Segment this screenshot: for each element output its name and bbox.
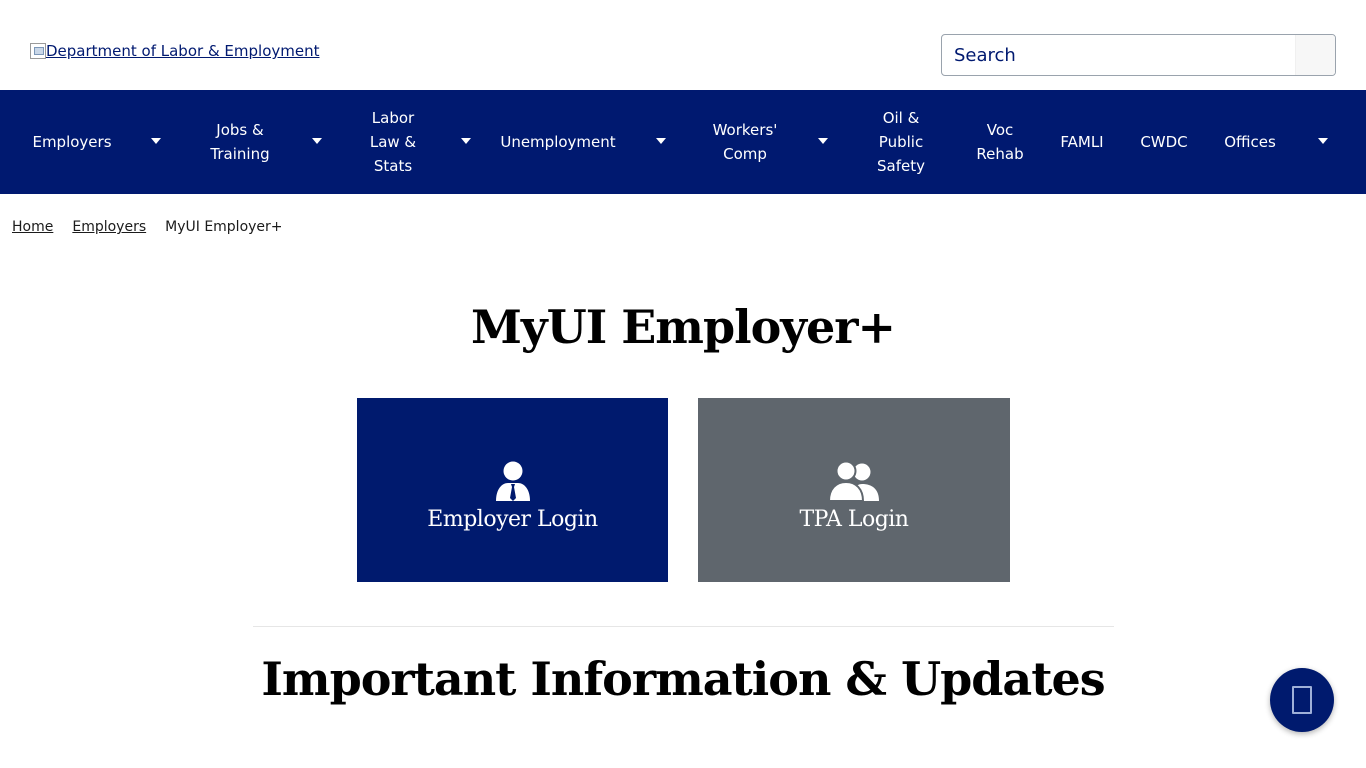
nav-item-oil-public-safety[interactable]: Oil & Public Safety (866, 90, 936, 194)
users-icon (828, 460, 879, 501)
tpa-login-button[interactable]: TPA Login (698, 398, 1010, 582)
nav-label: CWDC (1140, 133, 1188, 151)
search-input[interactable] (942, 35, 1295, 75)
chevron-down-icon[interactable] (151, 138, 161, 144)
nav-item-cwdc[interactable]: CWDC (1134, 90, 1194, 194)
user-tie-icon (495, 461, 530, 501)
nav-label: Workers' Comp (712, 121, 778, 163)
nav-item-offices[interactable]: Offices (1215, 90, 1285, 194)
nav-item-unemployment[interactable]: Unemployment (498, 90, 618, 194)
nav-label: Voc Rehab (976, 121, 1024, 163)
page-title: MyUI Employer+ (470, 300, 896, 354)
nav-label: Unemployment (500, 133, 616, 151)
site-header: Department of Labor & Employment (0, 0, 1366, 90)
chevron-down-icon[interactable] (1318, 138, 1328, 144)
search-button[interactable] (1295, 35, 1335, 75)
chevron-down-icon[interactable] (818, 138, 828, 144)
chevron-down-icon[interactable] (312, 138, 322, 144)
nav-label: Jobs & Training (210, 121, 270, 163)
search-box (941, 34, 1336, 76)
nav-item-labor-law-stats[interactable]: Labor Law & Stats (358, 90, 428, 194)
site-logo-link[interactable]: Department of Labor & Employment (30, 42, 319, 60)
nav-label: Oil & Public Safety (877, 109, 925, 175)
nav-label: FAMLI (1060, 133, 1104, 151)
section-divider (253, 626, 1114, 627)
nav-item-workers-comp[interactable]: Workers' Comp (705, 90, 785, 194)
chat-button[interactable] (1270, 668, 1334, 732)
nav-item-employers[interactable]: Employers (22, 90, 122, 194)
nav-item-famli[interactable]: FAMLI (1052, 90, 1112, 194)
nav-label: Offices (1224, 133, 1276, 151)
employer-login-button[interactable]: Employer Login (357, 398, 668, 582)
nav-item-voc-rehab[interactable]: Voc Rehab (970, 90, 1030, 194)
breadcrumb-current: MyUI Employer+ (165, 219, 283, 235)
nav-label: Labor Law & Stats (369, 109, 417, 175)
breadcrumb-home[interactable]: Home (12, 219, 53, 235)
nav-label: Employers (32, 133, 112, 151)
section-title: Important Information & Updates (261, 652, 1105, 706)
tpa-login-label: TPA Login (799, 506, 909, 532)
breadcrumb: Home Employers MyUI Employer+ (12, 219, 283, 235)
chevron-down-icon[interactable] (461, 138, 471, 144)
employer-login-label: Employer Login (427, 506, 598, 532)
breadcrumb-employers[interactable]: Employers (72, 219, 146, 235)
chat-icon (1292, 686, 1312, 714)
broken-image-icon (30, 43, 46, 59)
logo-alt-text: Department of Labor & Employment (46, 42, 320, 60)
main-navigation: Employers Jobs & Training Labor Law & St… (0, 90, 1366, 194)
chevron-down-icon[interactable] (656, 138, 666, 144)
nav-item-jobs-training[interactable]: Jobs & Training (200, 90, 280, 194)
